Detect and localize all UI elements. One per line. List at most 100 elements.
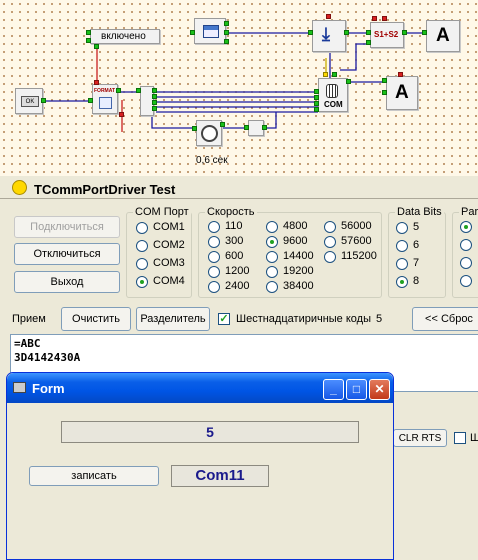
databits-radio[interactable] [396, 258, 408, 270]
pin[interactable] [422, 30, 427, 35]
partial-checkbox[interactable] [454, 432, 466, 444]
pin[interactable] [382, 16, 387, 21]
text-output-block[interactable]: A [426, 20, 460, 52]
databits-radio[interactable] [396, 222, 408, 234]
databits-radio[interactable] [396, 276, 408, 288]
parity-radio[interactable] [460, 257, 472, 269]
pin[interactable] [86, 38, 91, 43]
pin[interactable] [152, 106, 157, 111]
speed-radio[interactable] [266, 251, 278, 263]
pin[interactable] [262, 125, 267, 130]
pin[interactable] [366, 40, 371, 45]
clock-icon [201, 125, 218, 142]
form-window[interactable]: Form _ □ ✕ 5 записать Com11 [6, 372, 394, 560]
speed-radio[interactable] [208, 236, 220, 248]
pin[interactable] [382, 90, 387, 95]
value-display: 5 [61, 421, 359, 443]
clear-button[interactable]: Очистить [61, 307, 131, 331]
pin[interactable] [224, 30, 229, 35]
pin[interactable] [244, 125, 249, 130]
pin[interactable] [220, 122, 225, 127]
com-port-radio[interactable] [136, 222, 148, 234]
speed-radio[interactable] [208, 266, 220, 278]
app-icon [12, 180, 27, 195]
main-title-bar[interactable]: TCommPortDriver Test [0, 176, 478, 198]
connect-button[interactable]: Подключиться [14, 216, 120, 238]
timer-block[interactable] [196, 120, 222, 146]
pin[interactable] [88, 98, 93, 103]
pin[interactable] [314, 95, 319, 100]
databits-radio[interactable] [396, 240, 408, 252]
pin[interactable] [152, 100, 157, 105]
reset-button[interactable]: << Сброс [412, 307, 478, 331]
pin[interactable] [119, 112, 124, 117]
pin[interactable] [192, 126, 197, 131]
enabled-label-block[interactable]: включено [90, 29, 160, 44]
form-title-bar[interactable]: Form _ □ ✕ [7, 373, 393, 403]
com-port-radio[interactable] [136, 258, 148, 270]
maximize-button[interactable]: □ [346, 379, 367, 400]
pin[interactable] [314, 89, 319, 94]
port-label-text: Com11 [195, 467, 245, 484]
com-port-radio[interactable] [136, 276, 148, 288]
com-port-block[interactable]: COM [318, 78, 348, 112]
separator-button[interactable]: Разделитель [136, 307, 210, 331]
pin[interactable] [224, 39, 229, 44]
speed-radio[interactable] [208, 221, 220, 233]
pin[interactable] [94, 80, 99, 85]
speed-radio[interactable] [208, 251, 220, 263]
parity-radio[interactable] [460, 239, 472, 251]
pin[interactable] [224, 21, 229, 26]
minimize-button[interactable]: _ [323, 379, 344, 400]
ok-button-block[interactable]: OK [15, 88, 43, 114]
concat-block[interactable]: S1+S2 [370, 22, 404, 48]
speed-radio[interactable] [208, 281, 220, 293]
speed-option-label: 14400 [283, 250, 314, 262]
pin[interactable] [152, 94, 157, 99]
pin[interactable] [308, 30, 313, 35]
pin[interactable] [326, 14, 331, 19]
pin[interactable] [366, 30, 371, 35]
pin[interactable] [372, 16, 377, 21]
speed-option-label: 2400 [225, 280, 250, 292]
buffer-block[interactable]: ⤓ [312, 20, 346, 52]
disconnect-button[interactable]: Отключиться [14, 243, 120, 265]
speed-radio[interactable] [324, 221, 336, 233]
speed-radio[interactable] [324, 236, 336, 248]
speed-radio[interactable] [266, 221, 278, 233]
write-button[interactable]: записать [29, 466, 159, 486]
pin[interactable] [136, 88, 141, 93]
pin[interactable] [152, 88, 157, 93]
pin[interactable] [402, 30, 407, 35]
speed-radio[interactable] [266, 236, 278, 248]
form-block[interactable] [194, 18, 226, 44]
speed-radio[interactable] [266, 281, 278, 293]
text-output-block-2[interactable]: A [386, 76, 418, 110]
pin[interactable] [344, 30, 349, 35]
format-block[interactable]: FORMAT [92, 84, 118, 114]
databits-option-label: 6 [413, 239, 420, 251]
exit-button[interactable]: Выход [14, 271, 120, 293]
format-label: FORMAT [94, 88, 116, 94]
pin[interactable] [94, 44, 99, 49]
pin[interactable] [398, 72, 403, 77]
hex-checkbox[interactable]: ✓ [218, 313, 230, 325]
clr-rts-button[interactable]: CLR RTS [393, 429, 447, 447]
speed-radio[interactable] [324, 251, 336, 263]
parity-radio[interactable] [460, 275, 472, 287]
schema-canvas[interactable]: включено OK FORMAT ⤓ S1+S2 A COM A 0,6 с… [0, 0, 478, 172]
pin[interactable] [314, 107, 319, 112]
pin[interactable] [116, 88, 121, 93]
speed-radio[interactable] [266, 266, 278, 278]
pin[interactable] [190, 30, 195, 35]
pin[interactable] [382, 78, 387, 83]
parity-radio[interactable] [460, 221, 472, 233]
pin[interactable] [86, 30, 91, 35]
pin[interactable] [346, 79, 351, 84]
pin[interactable] [332, 72, 337, 77]
com-port-radio[interactable] [136, 240, 148, 252]
pin[interactable] [323, 72, 328, 77]
pin[interactable] [41, 98, 46, 103]
close-button[interactable]: ✕ [369, 379, 390, 400]
pin[interactable] [314, 101, 319, 106]
